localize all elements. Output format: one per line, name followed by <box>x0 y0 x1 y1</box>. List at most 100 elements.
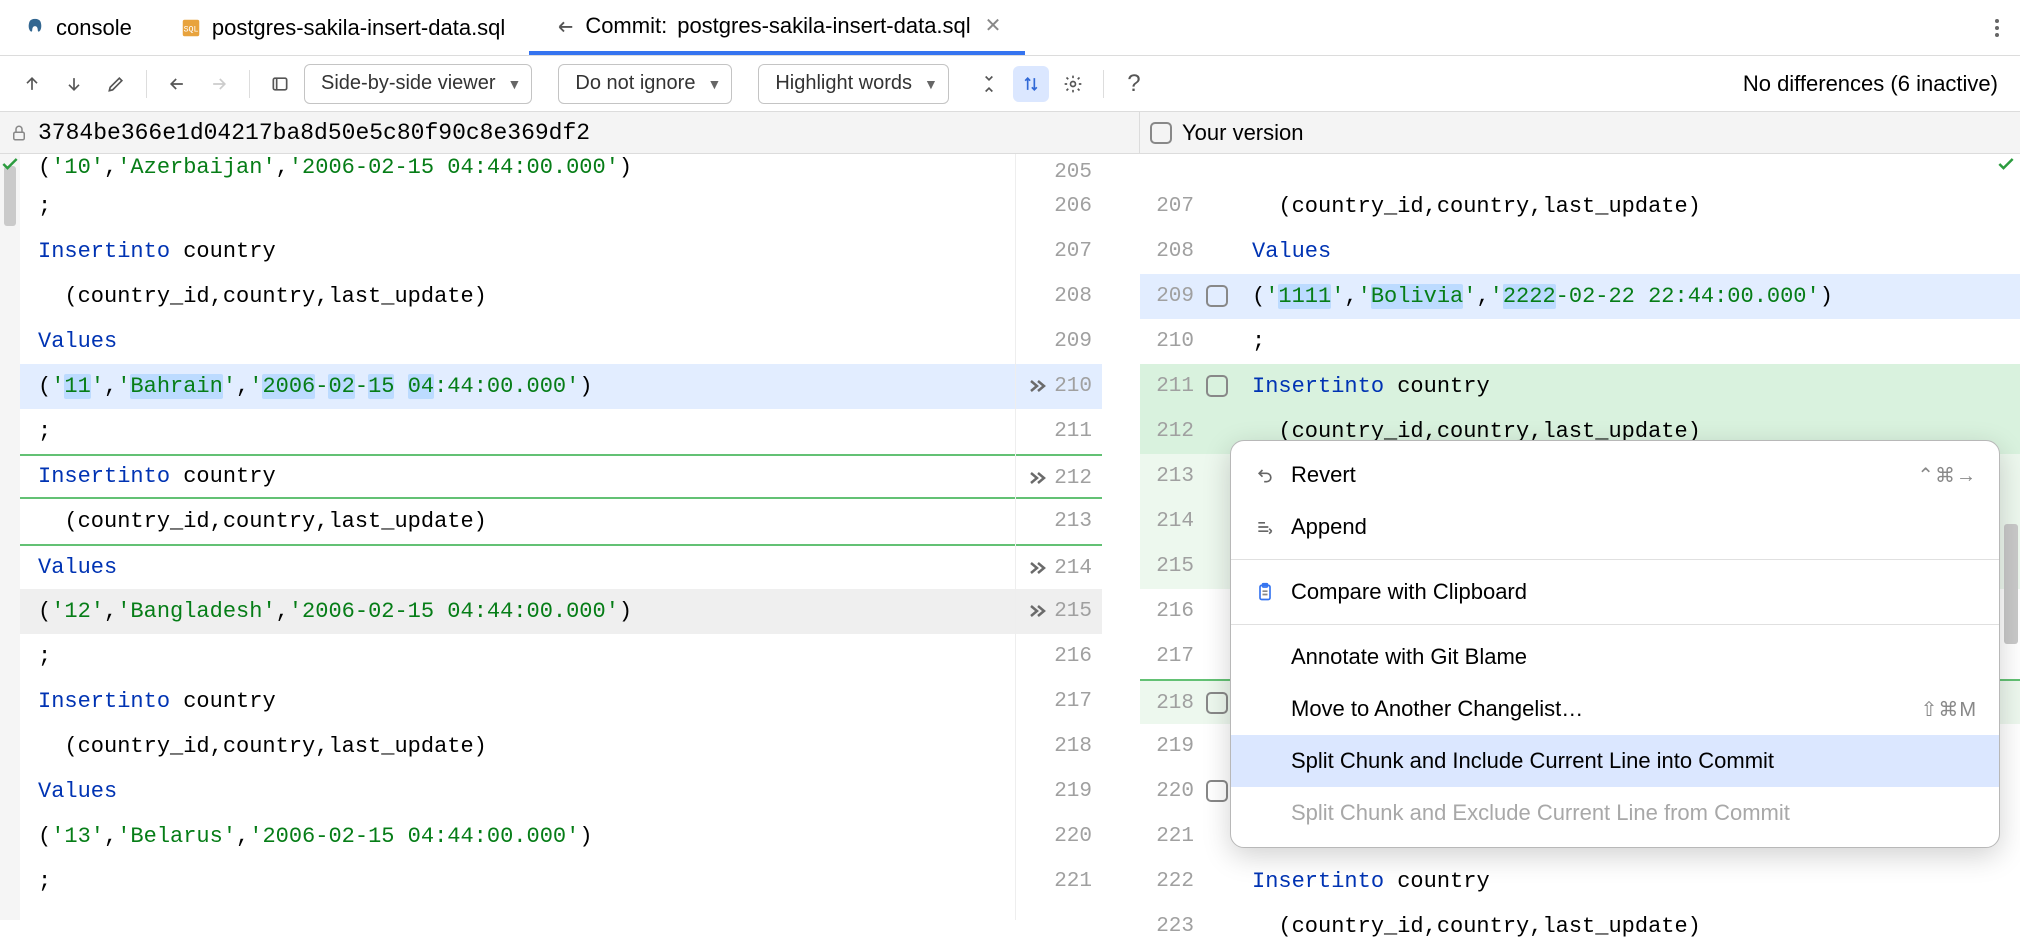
more-icon[interactable] <box>1974 17 2020 39</box>
ignore-mode-dropdown[interactable]: Do not ignore ▼ <box>558 64 732 104</box>
diff-status: No differences (6 inactive) <box>1743 71 2006 97</box>
line-number[interactable]: 211 <box>1016 409 1102 454</box>
line-number[interactable]: 215 <box>1140 544 1240 589</box>
left-gutter: 205 206207208209210211212213214215216217… <box>1015 154 1102 920</box>
line-number[interactable]: 216 <box>1140 589 1240 634</box>
code-line: (country_id,country,last_update) <box>0 499 1015 544</box>
sync-scroll-button[interactable] <box>1013 66 1049 102</box>
line-number[interactable]: 208 <box>1140 229 1240 274</box>
line-number[interactable]: 207 <box>1140 184 1240 229</box>
line-number[interactable]: 216 <box>1016 634 1102 679</box>
your-version-label: Your version <box>1182 120 1303 146</box>
include-line-checkbox[interactable] <box>1206 692 1228 714</box>
line-number[interactable]: 219 <box>1016 769 1102 814</box>
clipboard-icon <box>1253 582 1277 602</box>
menu-item[interactable]: Compare with Clipboard <box>1231 566 1999 618</box>
line-number[interactable]: 214 <box>1016 544 1102 589</box>
line-number[interactable]: 212 <box>1140 409 1240 454</box>
right-gutter: 2072082092102112122132142152162172182192… <box>1140 154 1240 920</box>
tab-label-prefix: Commit: <box>585 13 667 39</box>
lock-icon <box>10 124 28 142</box>
code-line: ; <box>0 859 1015 904</box>
line-number[interactable]: 222 <box>1140 859 1240 904</box>
right-scrollbar[interactable] <box>2002 154 2020 920</box>
line-number[interactable]: 210 <box>1140 319 1240 364</box>
menu-item[interactable]: Annotate with Git Blame <box>1231 631 1999 683</box>
code-line: ('1111','Bolivia','2222-02-22 22:44:00.0… <box>1240 274 2020 319</box>
tab-label: console <box>56 15 132 41</box>
line-number[interactable]: 212 <box>1016 454 1102 499</box>
code-line: (country_id,country,last_update) <box>0 724 1015 769</box>
line-number[interactable]: 209 <box>1140 274 1240 319</box>
collapse-button[interactable] <box>971 66 1007 102</box>
line-number[interactable]: 220 <box>1016 814 1102 859</box>
menu-item[interactable]: Move to Another Changelist…⇧⌘M <box>1231 683 1999 735</box>
line-number[interactable]: 213 <box>1016 499 1102 544</box>
line-number[interactable]: 219 <box>1140 724 1240 769</box>
line-number[interactable]: 217 <box>1140 634 1240 679</box>
line-number[interactable]: 209 <box>1016 319 1102 364</box>
tab-sql-file[interactable]: SQL postgres-sakila-insert-data.sql <box>156 0 529 55</box>
append-icon <box>1253 517 1277 537</box>
code-line: ('13','Belarus','2006-02-15 04:44:00.000… <box>0 814 1015 859</box>
left-scrollbar[interactable] <box>0 154 20 920</box>
shortcut-label: ⇧⌘M <box>1921 697 1977 722</box>
line-number[interactable]: 211 <box>1140 364 1240 409</box>
line-number[interactable]: 223 <box>1140 904 1240 949</box>
viewer-mode-dropdown[interactable]: Side-by-side viewer ▼ <box>304 64 532 104</box>
line-number[interactable]: 221 <box>1016 859 1102 904</box>
code-line: ; <box>0 409 1015 454</box>
code-line: Insert into country <box>0 454 1015 499</box>
prev-diff-button[interactable] <box>14 66 50 102</box>
code-line: Values <box>1240 229 2020 274</box>
menu-item-label: Revert <box>1291 462 1356 488</box>
line-number[interactable]: 214 <box>1140 499 1240 544</box>
include-all-checkbox[interactable] <box>1150 122 1172 144</box>
line-number[interactable]: 218 <box>1016 724 1102 769</box>
line-number[interactable]: 217 <box>1016 679 1102 724</box>
dropdown-label: Side-by-side viewer <box>321 72 496 95</box>
line-number[interactable]: 207 <box>1016 229 1102 274</box>
layout-button[interactable] <box>262 66 298 102</box>
editor-tabs: console SQL postgres-sakila-insert-data.… <box>0 0 2020 56</box>
tab-console[interactable]: console <box>0 0 156 55</box>
menu-item-label: Annotate with Git Blame <box>1291 644 1527 670</box>
highlight-mode-dropdown[interactable]: Highlight words ▼ <box>758 64 949 104</box>
code-line: ; <box>0 634 1015 679</box>
code-line: ; <box>0 184 1015 229</box>
menu-item-label: Split Chunk and Exclude Current Line fro… <box>1291 800 1790 826</box>
shortcut-label: ⌃⌘→ <box>1917 463 1977 488</box>
close-icon[interactable]: ✕ <box>985 13 1002 38</box>
accept-chunk-icon[interactable] <box>1024 556 1048 580</box>
menu-item[interactable]: Revert ⌃⌘→ <box>1231 449 1999 501</box>
include-line-checkbox[interactable] <box>1206 285 1228 307</box>
line-number[interactable]: 220 <box>1140 769 1240 814</box>
line-number[interactable]: 210 <box>1016 364 1102 409</box>
line-number[interactable]: 208 <box>1016 274 1102 319</box>
accept-chunk-icon[interactable] <box>1024 599 1048 623</box>
include-line-checkbox[interactable] <box>1206 375 1228 397</box>
diff-splitter[interactable] <box>1102 154 1140 920</box>
accept-chunk-icon[interactable] <box>1024 374 1048 398</box>
dropdown-label: Highlight words <box>775 72 912 95</box>
next-diff-button[interactable] <box>56 66 92 102</box>
code-line: (country_id,country,last_update) <box>1240 904 2020 949</box>
line-number[interactable]: 218 <box>1140 679 1240 724</box>
status-ok-icon <box>0 154 20 174</box>
code-line: ('10','Azerbaijan','2006-02-15 04:44:00.… <box>0 154 1015 184</box>
forward-button[interactable] <box>201 66 237 102</box>
include-line-checkbox[interactable] <box>1206 780 1228 802</box>
menu-item[interactable]: Append <box>1231 501 1999 553</box>
accept-chunk-icon[interactable] <box>1024 466 1048 490</box>
menu-item[interactable]: Split Chunk and Include Current Line int… <box>1231 735 1999 787</box>
back-button[interactable] <box>159 66 195 102</box>
settings-button[interactable] <box>1055 66 1091 102</box>
help-button[interactable]: ? <box>1116 66 1152 102</box>
line-number[interactable]: 215 <box>1016 589 1102 634</box>
line-number[interactable]: 206 <box>1016 184 1102 229</box>
edit-button[interactable] <box>98 66 134 102</box>
line-number[interactable]: 213 <box>1140 454 1240 499</box>
line-number[interactable]: 221 <box>1140 814 1240 859</box>
tab-commit[interactable]: Commit: postgres-sakila-insert-data.sql … <box>529 0 1025 55</box>
left-pane[interactable]: ('10','Azerbaijan','2006-02-15 04:44:00.… <box>0 154 1015 920</box>
